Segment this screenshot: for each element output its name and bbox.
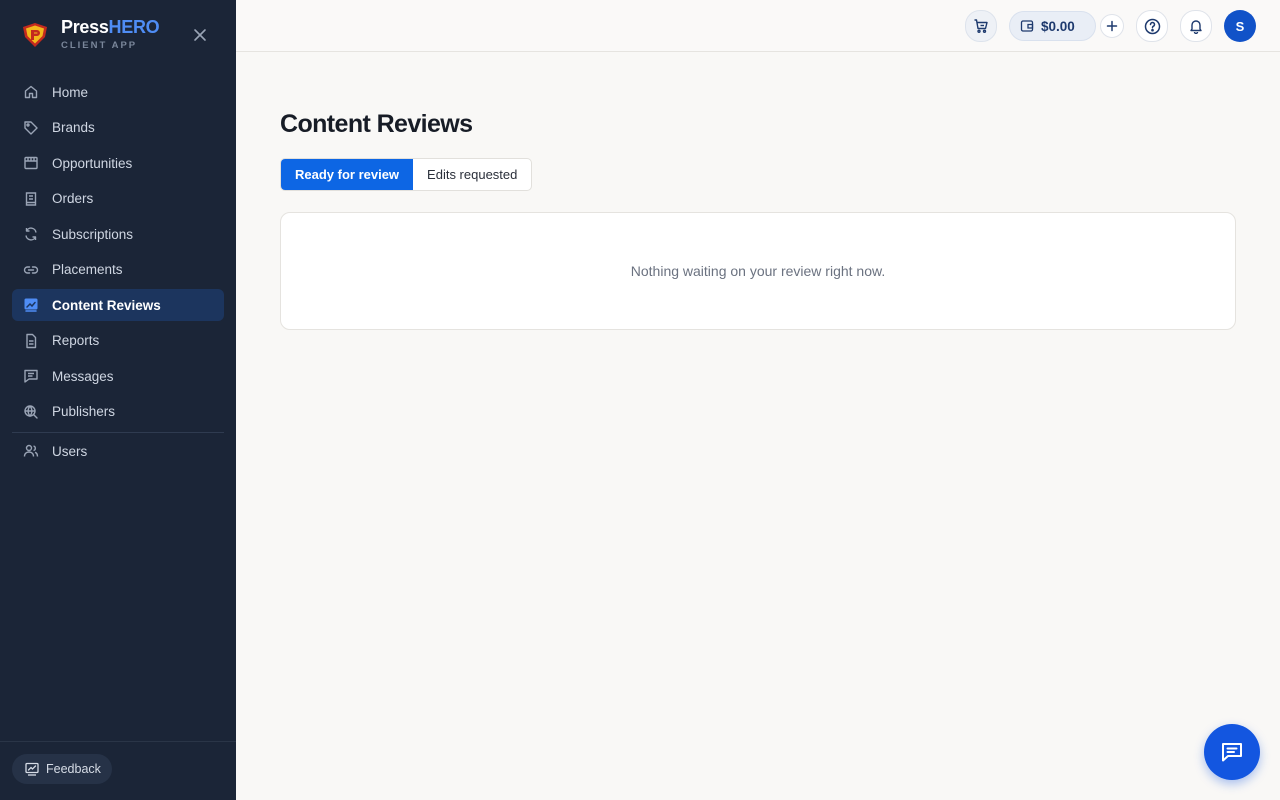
tag-icon <box>22 119 40 137</box>
chat-button[interactable] <box>1204 724 1260 780</box>
link-icon <box>22 261 40 279</box>
sidebar-item-content-reviews[interactable]: Content Reviews <box>12 289 224 321</box>
sidebar-item-home[interactable]: Home <box>12 76 224 108</box>
sidebar-users-section: Users <box>12 435 224 471</box>
feedback-icon <box>25 762 39 776</box>
sidebar-item-brands[interactable]: Brands <box>12 112 224 144</box>
user-avatar[interactable]: S <box>1224 10 1256 42</box>
sidebar-item-reports[interactable]: Reports <box>12 325 224 357</box>
sidebar-item-label: Brands <box>52 120 95 135</box>
wallet-icon <box>1020 20 1034 32</box>
receipt-icon <box>22 190 40 208</box>
nav-divider <box>12 432 224 433</box>
sidebar-item-placements[interactable]: Placements <box>12 254 224 286</box>
wallet-balance-button[interactable]: $0.00 <box>1009 11 1096 41</box>
sidebar-item-label: Home <box>52 84 89 100</box>
cart-button[interactable] <box>965 10 997 42</box>
tab-ready-for-review[interactable]: Ready for review <box>281 159 414 190</box>
sidebar-item-label: Messages <box>52 368 114 384</box>
sidebar-item-label: Users <box>52 443 88 459</box>
top-bar: $0.00 S <box>236 0 1280 52</box>
chat-icon <box>1222 743 1242 762</box>
sidebar-item-subscriptions[interactable]: Subscriptions <box>12 218 224 250</box>
plus-icon <box>1106 20 1118 32</box>
document-icon <box>22 332 40 350</box>
sidebar-item-label: Publishers <box>52 404 116 419</box>
sidebar-item-label: Subscriptions <box>52 226 134 242</box>
sidebar-item-publishers[interactable]: Publishers <box>12 396 224 428</box>
feedback-button[interactable]: Feedback <box>12 754 112 784</box>
cart-icon <box>974 19 988 34</box>
empty-state-card: Nothing waiting on your review right now… <box>280 212 1236 330</box>
feedback-label: Feedback <box>46 762 101 776</box>
close-sidebar-button[interactable] <box>190 25 210 45</box>
brand-name: PressHERO <box>61 17 160 37</box>
brand-logo-icon <box>23 23 47 47</box>
add-funds-button[interactable] <box>1100 14 1124 38</box>
globe-search-icon <box>22 403 40 421</box>
tab-edits-requested[interactable]: Edits requested <box>413 159 531 190</box>
sidebar-item-messages[interactable]: Messages <box>12 360 224 392</box>
sidebar-item-label: Placements <box>52 262 123 277</box>
users-icon <box>22 442 40 460</box>
review-tabs: Ready for review Edits requested <box>280 158 533 191</box>
sidebar-item-orders[interactable]: Orders <box>12 183 224 215</box>
close-icon <box>194 29 206 41</box>
brand-subtitle: CLIENT APP <box>61 40 138 51</box>
sidebar-item-users[interactable]: Users <box>12 435 224 467</box>
help-button[interactable] <box>1136 10 1168 42</box>
sidebar: PressHERO CLIENT APP Home Brands Opportu… <box>0 0 236 800</box>
sidebar-item-label: Orders <box>52 191 94 206</box>
sidebar-footer-divider <box>0 741 236 742</box>
sidebar-item-label: Content Reviews <box>52 297 161 313</box>
refresh-icon <box>22 225 40 243</box>
sidebar-nav: Home Brands Opportunities Orders Subscri… <box>12 76 224 431</box>
balance-amount: $0.00 <box>1041 18 1075 34</box>
message-icon <box>22 367 40 385</box>
help-icon <box>1144 18 1160 34</box>
page-title: Content Reviews <box>280 110 473 138</box>
sidebar-item-opportunities[interactable]: Opportunities <box>12 147 224 179</box>
notifications-button[interactable] <box>1180 10 1212 42</box>
review-icon <box>22 296 40 314</box>
empty-state-message: Nothing waiting on your review right now… <box>630 263 886 279</box>
sidebar-item-label: Opportunities <box>52 155 133 171</box>
bell-icon <box>1190 20 1202 34</box>
storefront-icon <box>22 154 40 172</box>
home-icon <box>22 83 40 101</box>
sidebar-item-label: Reports <box>52 333 100 348</box>
